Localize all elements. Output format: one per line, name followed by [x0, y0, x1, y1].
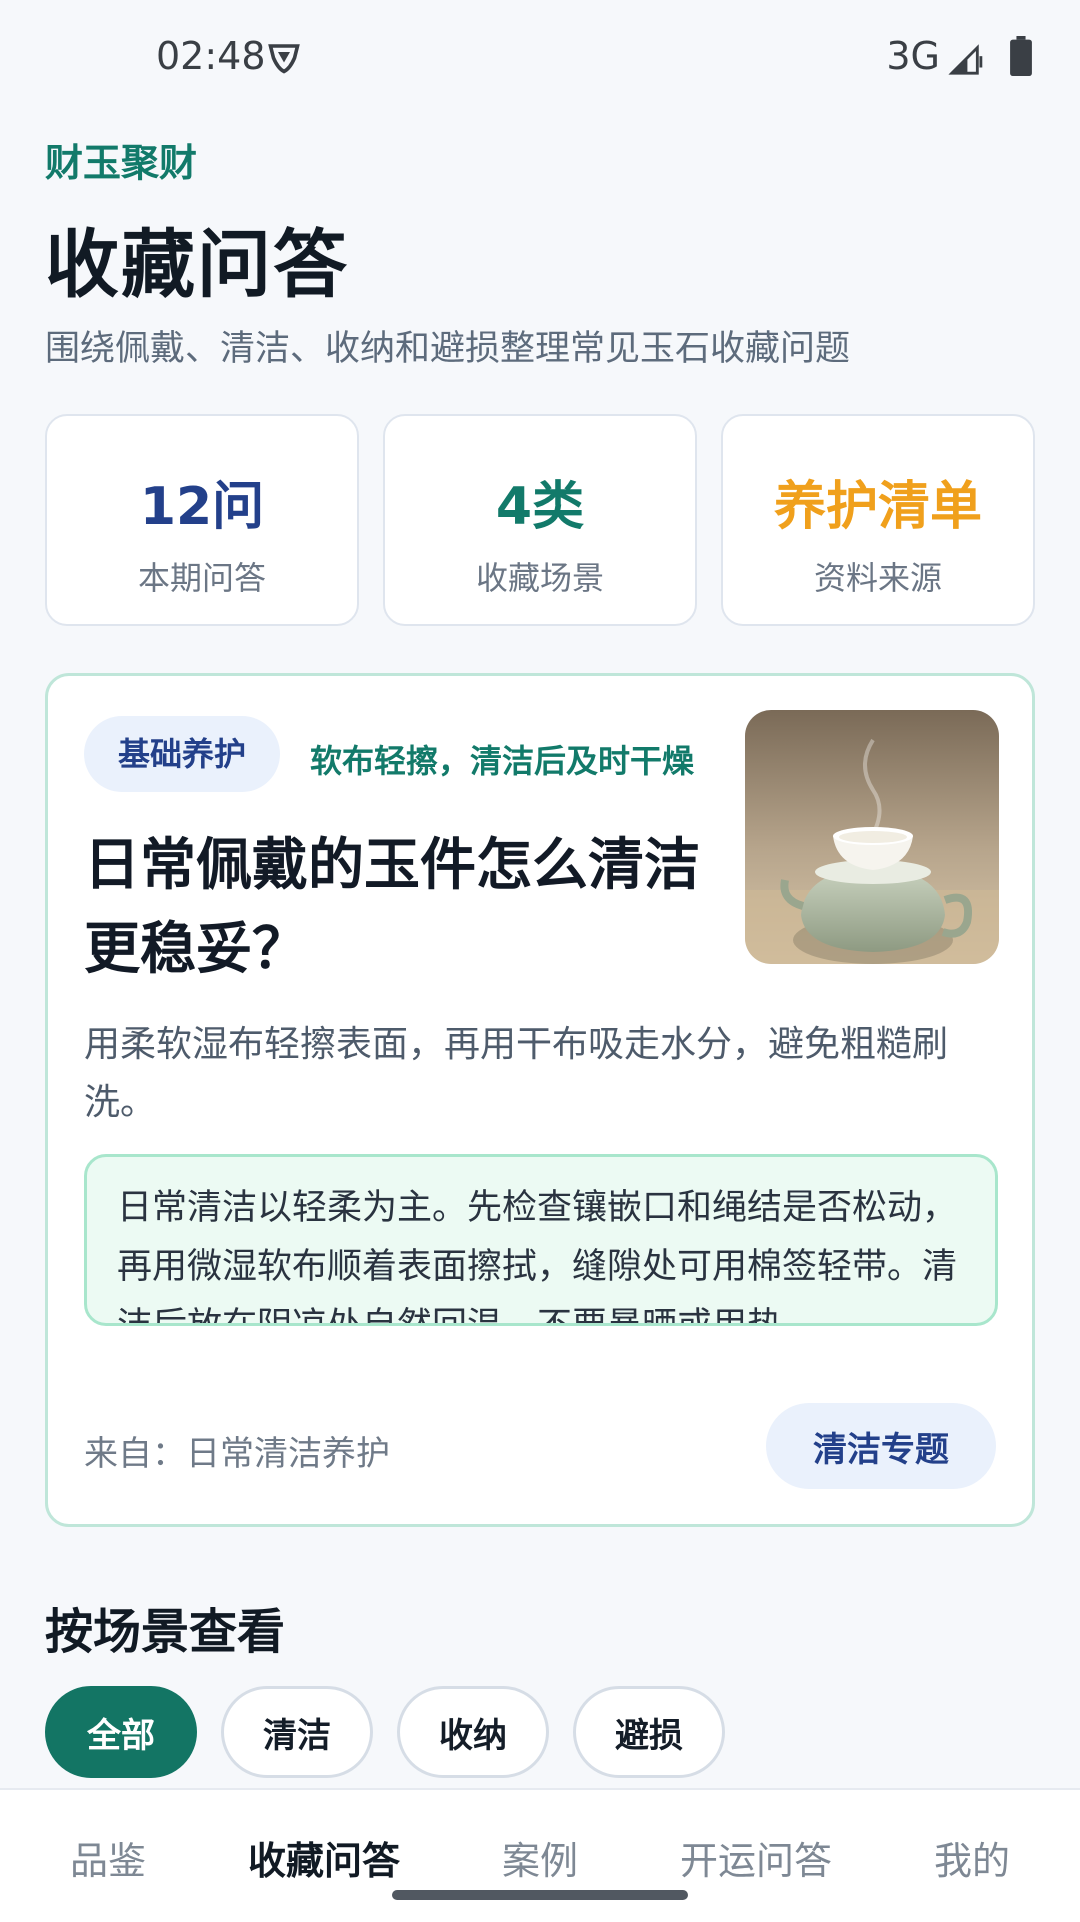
featured-qa-card[interactable]: 基础养护 软布轻擦，清洁后及时干燥 日常佩戴的玉件怎么清洁更稳妥？ 用柔软湿布轻… [45, 673, 1035, 1527]
battery-icon [1010, 36, 1032, 76]
scene-chip-all[interactable]: 全部 [45, 1686, 197, 1778]
question-title: 日常佩戴的玉件怎么清洁更稳妥？ [84, 833, 700, 982]
nav-tab-appraisal[interactable]: 品鉴 [0, 1830, 216, 1885]
status-bar: 02:48 3G [0, 0, 1080, 110]
nav-tab-cases[interactable]: 案例 [432, 1830, 648, 1885]
answer-detail-box: 日常清洁以轻柔为主。先检查镶嵌口和绳结是否松动，再用微湿软布顺着表面擦拭，缝隙处… [84, 1154, 998, 1326]
stat-card-scenes: 4类 收藏场景 [383, 414, 697, 626]
answer-source: 来自：日常清洁养护 [84, 1434, 390, 1474]
answer-summary: 用柔软湿布轻擦表面，再用干布吸走水分，避免粗糙刷洗。 [84, 1024, 949, 1123]
stat-value: 养护清单 [773, 477, 982, 537]
stat-label: 收藏场景 [475, 559, 604, 597]
stat-value: 4类 [495, 477, 585, 537]
shield-icon [268, 44, 300, 74]
cleaning-topic-button[interactable]: 清洁专题 [766, 1403, 996, 1489]
stat-label: 资料来源 [813, 559, 942, 597]
teacup-photo [745, 710, 999, 964]
category-tag: 基础养护 [84, 716, 281, 792]
stat-card-questions: 12问 本期问答 [45, 414, 359, 626]
stat-label: 本期问答 [137, 559, 266, 597]
network-type: 3G [886, 34, 940, 78]
stat-value: 12问 [139, 477, 265, 537]
signal-icon [948, 44, 983, 75]
stat-card-source: 养护清单 资料来源 [721, 414, 1035, 626]
care-hint: 软布轻擦，清洁后及时干燥 [310, 742, 695, 780]
nav-tab-collection-qa[interactable]: 收藏问答 [216, 1830, 432, 1885]
scene-chip-storage[interactable]: 收纳 [397, 1686, 549, 1778]
home-indicator[interactable] [392, 1890, 688, 1900]
section-title-scenes: 按场景查看 [45, 1604, 286, 1660]
nav-tab-fortune-qa[interactable]: 开运问答 [648, 1830, 864, 1885]
scene-chip-cleaning[interactable]: 清洁 [221, 1686, 373, 1778]
page-subtitle: 围绕佩戴、清洁、收纳和避损整理常见玉石收藏问题 [45, 329, 851, 369]
answer-detail-text: 日常清洁以轻柔为主。先检查镶嵌口和绳结是否松动，再用微湿软布顺着表面擦拭，缝隙处… [117, 1188, 958, 1326]
status-time: 02:48 [156, 34, 266, 78]
bottom-nav: 品鉴 收藏问答 案例 开运问答 我的 [0, 1788, 1080, 1922]
brand-name: 财玉聚财 [45, 141, 198, 185]
nav-tab-profile[interactable]: 我的 [864, 1830, 1080, 1885]
scene-chip-damage-avoidance[interactable]: 避损 [573, 1686, 725, 1778]
page-title: 收藏问答 [45, 222, 349, 308]
